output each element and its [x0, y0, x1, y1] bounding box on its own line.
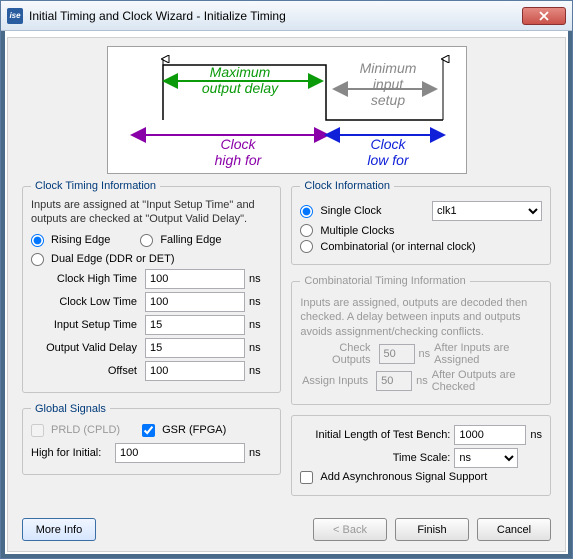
window-title: Initial Timing and Clock Wizard - Initia…	[29, 9, 522, 23]
clock-timing-help: Inputs are assigned at "Input Setup Time…	[31, 198, 272, 227]
offset-input[interactable]	[145, 361, 245, 381]
clock-info-legend: Clock Information	[300, 180, 394, 192]
output-valid-delay-unit: ns	[249, 342, 267, 354]
close-icon	[539, 11, 549, 21]
dual-edge-radio[interactable]: Dual Edge (DDR or DET)	[31, 253, 272, 266]
clock-low-time-unit: ns	[249, 296, 267, 308]
check-outputs-after: After Inputs are Assigned	[434, 342, 542, 366]
combinatorial-timing-help: Inputs are assigned, outputs are decoded…	[300, 296, 542, 339]
input-setup-time-input[interactable]	[145, 315, 245, 335]
clock-high-time-label: Clock High Time	[31, 273, 141, 285]
add-async-checkbox[interactable]: Add Asynchronous Signal Support	[300, 471, 542, 484]
testbench-group: Initial Length of Test Bench: ns Time Sc…	[291, 415, 551, 496]
single-clock-radio[interactable]: Single Clock	[300, 205, 428, 218]
global-signals-legend: Global Signals	[31, 403, 110, 415]
high-for-initial-input[interactable]	[115, 443, 245, 463]
add-async-input[interactable]	[300, 471, 313, 484]
check-outputs-input	[379, 344, 415, 364]
wizard-window: ise Initial Timing and Clock Wizard - In…	[0, 0, 573, 559]
diagram-min-input-setup-l1: Minimum	[359, 60, 416, 76]
prld-label: PRLD (CPLD)	[51, 424, 120, 436]
assign-inputs-input	[376, 371, 412, 391]
gsr-checkbox[interactable]: GSR (FPGA)	[142, 424, 226, 437]
input-setup-time-unit: ns	[249, 319, 267, 331]
global-signals-group: Global Signals PRLD (CPLD) GSR (FPGA) Hi…	[22, 403, 281, 475]
input-setup-time-label: Input Setup Time	[31, 319, 141, 331]
falling-edge-label: Falling Edge	[160, 234, 221, 246]
high-for-initial-label: High for Initial:	[31, 447, 111, 459]
cancel-button[interactable]: Cancel	[477, 518, 551, 541]
clock-info-group: Clock Information Single Clock clk1 Mult…	[291, 180, 551, 265]
prld-input	[31, 424, 44, 437]
diagram-clock-high-l1: Clock	[220, 136, 256, 152]
gsr-label: GSR (FPGA)	[162, 424, 226, 436]
clock-high-time-input[interactable]	[145, 269, 245, 289]
rising-edge-radio[interactable]: Rising Edge	[31, 234, 110, 247]
initial-length-label: Initial Length of Test Bench:	[300, 429, 450, 441]
gsr-input[interactable]	[142, 424, 155, 437]
multiple-clocks-radio[interactable]: Multiple Clocks	[300, 224, 542, 237]
single-clock-input[interactable]	[300, 205, 313, 218]
combinatorial-timing-group: Combinatorial Timing Information Inputs …	[291, 275, 551, 405]
prld-checkbox: PRLD (CPLD)	[31, 424, 120, 437]
diagram-clock-low-l2: low for	[367, 152, 410, 168]
combinatorial-input[interactable]	[300, 240, 313, 253]
finish-button[interactable]: Finish	[395, 518, 469, 541]
add-async-label: Add Asynchronous Signal Support	[320, 471, 487, 483]
multiple-clocks-input[interactable]	[300, 224, 313, 237]
multiple-clocks-label: Multiple Clocks	[320, 225, 394, 237]
combinatorial-radio[interactable]: Combinatorial (or internal clock)	[300, 240, 542, 253]
app-icon: ise	[7, 8, 23, 24]
initial-length-unit: ns	[530, 429, 542, 441]
assign-inputs-label: Assign Inputs	[300, 375, 372, 387]
clock-timing-legend: Clock Timing Information	[31, 180, 160, 192]
output-valid-delay-label: Output Valid Delay	[31, 342, 141, 354]
close-button[interactable]	[522, 7, 566, 25]
dual-edge-input[interactable]	[31, 253, 44, 266]
rising-edge-label: Rising Edge	[51, 234, 110, 246]
clock-high-time-unit: ns	[249, 273, 267, 285]
check-outputs-unit: ns	[419, 348, 431, 360]
check-outputs-label: Check Outputs	[300, 342, 374, 366]
rising-edge-input[interactable]	[31, 234, 44, 247]
clock-low-time-input[interactable]	[145, 292, 245, 312]
offset-unit: ns	[249, 365, 267, 377]
clock-low-time-label: Clock Low Time	[31, 296, 141, 308]
content-pane: Maximum output delay Minimum input setup…	[7, 37, 566, 552]
diagram-min-input-setup-l2: input	[372, 76, 403, 92]
combinatorial-label: Combinatorial (or internal clock)	[320, 241, 475, 253]
single-clock-select[interactable]: clk1	[432, 201, 542, 221]
diagram-max-output-delay-l2: output delay	[201, 80, 278, 96]
diagram-min-input-setup-l3: setup	[370, 92, 404, 108]
titlebar: ise Initial Timing and Clock Wizard - In…	[1, 1, 572, 31]
dual-edge-label: Dual Edge (DDR or DET)	[51, 253, 174, 265]
single-clock-label: Single Clock	[320, 205, 381, 217]
timing-diagram: Maximum output delay Minimum input setup…	[107, 46, 467, 174]
back-button: < Back	[313, 518, 387, 541]
diagram-clock-high-l2: high for	[214, 152, 262, 168]
time-scale-label: Time Scale:	[300, 452, 450, 464]
diagram-clock-low-l1: Clock	[370, 136, 406, 152]
initial-length-input[interactable]	[454, 425, 526, 445]
output-valid-delay-input[interactable]	[145, 338, 245, 358]
falling-edge-input[interactable]	[140, 234, 153, 247]
clock-timing-group: Clock Timing Information Inputs are assi…	[22, 180, 281, 393]
time-scale-select[interactable]: ns	[454, 448, 518, 468]
diagram-max-output-delay-l1: Maximum	[209, 64, 270, 80]
assign-inputs-unit: ns	[416, 375, 428, 387]
more-info-button[interactable]: More Info	[22, 518, 96, 541]
high-for-initial-unit: ns	[249, 447, 267, 459]
assign-inputs-after: After Outputs are Checked	[432, 369, 542, 393]
falling-edge-radio[interactable]: Falling Edge	[140, 234, 221, 247]
footer: More Info < Back Finish Cancel	[22, 512, 551, 541]
offset-label: Offset	[31, 365, 141, 377]
combinatorial-timing-legend: Combinatorial Timing Information	[300, 275, 469, 287]
